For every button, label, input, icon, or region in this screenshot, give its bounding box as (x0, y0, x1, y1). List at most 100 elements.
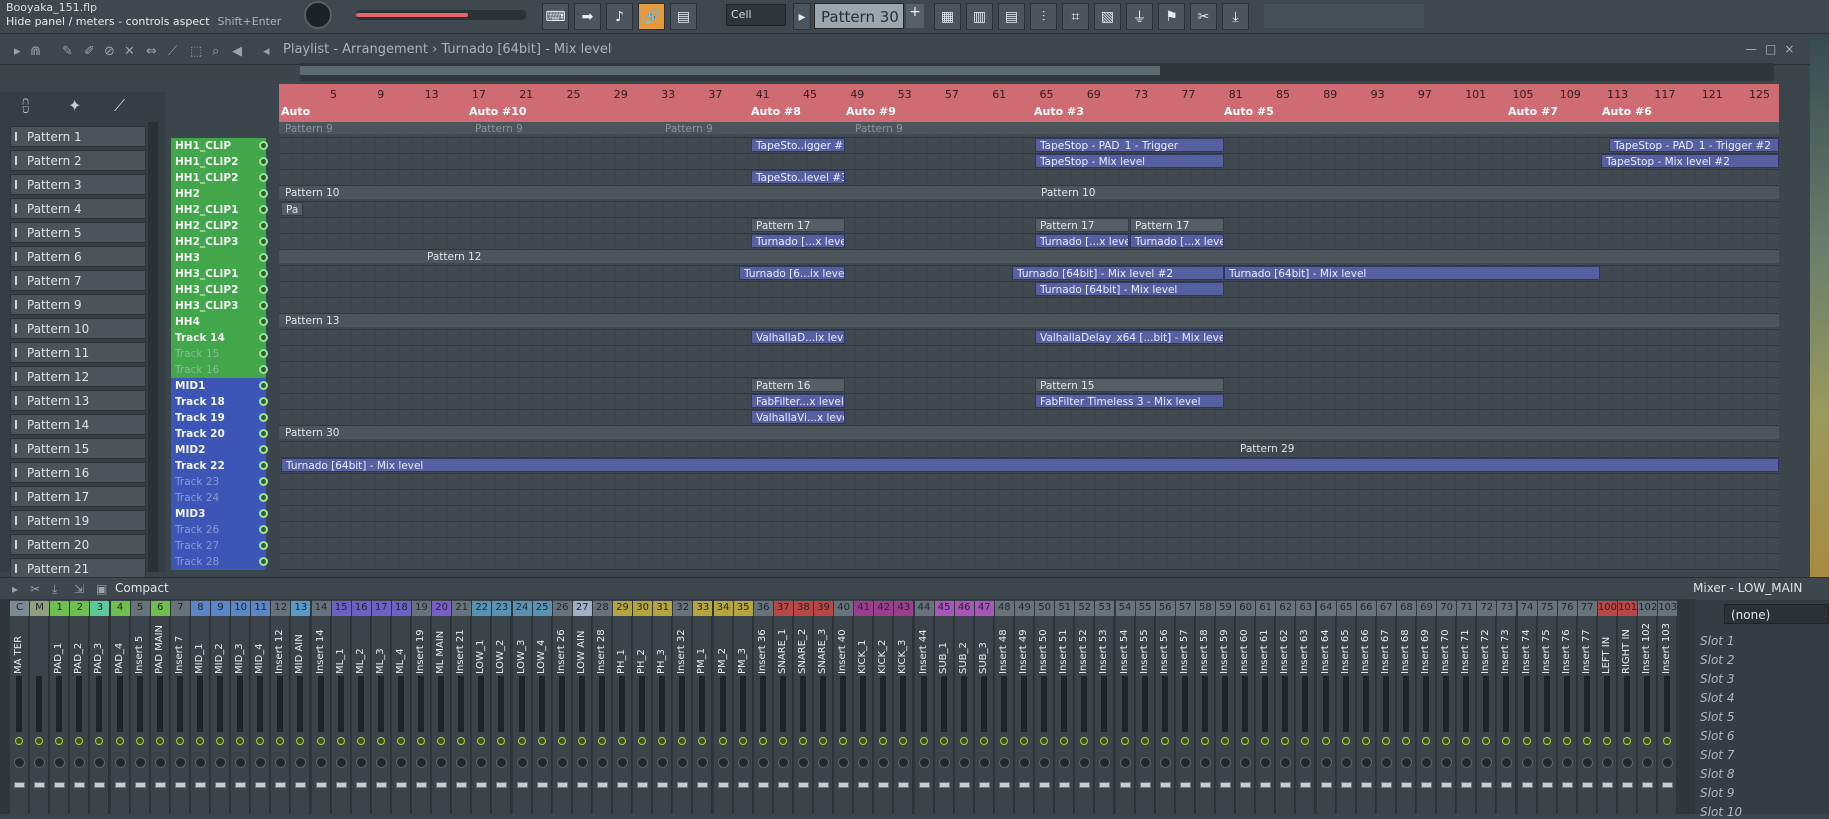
mixer-volume-fader[interactable] (335, 782, 347, 788)
mixer-pan-knob[interactable] (1461, 757, 1473, 768)
pattern-prev-icon[interactable]: ▸ (793, 3, 811, 30)
mixer-channel[interactable]: 40 Insert 40 (834, 600, 854, 814)
mixer-volume-fader[interactable] (456, 782, 468, 788)
track-mute-led[interactable] (259, 173, 268, 182)
mixer-enable-led[interactable] (959, 737, 968, 745)
mixer-channel[interactable]: 58 Insert 58 (1195, 600, 1215, 814)
mixer-volume-fader[interactable] (818, 782, 829, 788)
track-header[interactable]: Track 23 (171, 474, 266, 490)
mixer-enable-led[interactable] (1080, 737, 1089, 745)
mixer-channel[interactable]: 50 Insert 50 (1035, 600, 1055, 814)
mixer-pan-knob[interactable] (1300, 757, 1312, 768)
mixer-volume-fader[interactable] (395, 782, 407, 788)
track-mute-led[interactable] (259, 253, 268, 262)
mixer-volume-fader[interactable] (114, 782, 126, 788)
mixer-tool3-icon[interactable]: ⇲ (74, 582, 84, 596)
mixer-channel[interactable]: 43 KICK_3 (894, 600, 914, 814)
mixer-volume-fader[interactable] (1662, 782, 1674, 788)
mixer-enable-led[interactable] (618, 737, 626, 745)
mixer-pan-knob[interactable] (657, 757, 669, 768)
mixer-pan-knob[interactable] (1521, 757, 1533, 768)
mixer-pan-knob[interactable] (1179, 757, 1191, 768)
mixer-pan-knob[interactable] (114, 757, 126, 768)
mixer-enable-led[interactable] (1462, 737, 1471, 745)
mixer-channel[interactable]: 25 LOW_4 (532, 600, 552, 814)
mixer-pan-knob[interactable] (1119, 757, 1131, 768)
mixer-volume-fader[interactable] (697, 782, 709, 788)
mixer-channel[interactable]: 64 Insert 64 (1316, 600, 1336, 814)
mixer-enable-led[interactable] (577, 737, 586, 745)
track-header[interactable]: HH2 (171, 186, 266, 202)
mixer-volume-fader[interactable] (838, 782, 850, 788)
timeline-marker[interactable]: Auto #9 (846, 105, 896, 118)
mixer-channel[interactable]: 62 Insert 62 (1276, 600, 1296, 814)
mixer-pan-knob[interactable] (1400, 757, 1412, 768)
clip-valhalla[interactable]: ValhallaD...ix level (751, 330, 845, 344)
mixer-enable-led[interactable] (738, 737, 747, 745)
mixer-volume-fader[interactable] (375, 782, 387, 788)
mixer-enable-led[interactable] (417, 737, 425, 745)
mixer-volume-fader[interactable] (1622, 782, 1633, 788)
mixer-volume-fader[interactable] (1079, 782, 1091, 788)
picker-audio-icon[interactable]: ✦ (68, 96, 81, 115)
mixer-pan-knob[interactable] (1260, 757, 1272, 768)
mixer-pan-knob[interactable] (1662, 757, 1674, 768)
mixer-enable-led[interactable] (1301, 737, 1310, 745)
track-header[interactable]: Track 18 (171, 394, 266, 410)
mixer-channel[interactable]: 100 LEFT IN (1597, 600, 1617, 814)
mixer-volume-fader[interactable] (54, 782, 66, 788)
mixer-enable-led[interactable] (216, 737, 224, 745)
mixer-pan-knob[interactable] (1039, 757, 1051, 768)
mixer-channel[interactable]: 57 Insert 57 (1175, 600, 1195, 814)
track-mute-led[interactable] (259, 365, 268, 374)
pattern-item[interactable]: Pattern 12 (10, 366, 146, 387)
mixer-tool4-icon[interactable]: ▣ (96, 582, 107, 596)
mixer-channel[interactable]: C MA TER (10, 600, 29, 814)
zoom-icon[interactable]: ⌕ (212, 44, 219, 59)
mixer-enable-led[interactable] (1422, 737, 1430, 745)
piano-roll-icon[interactable]: ▥ (966, 3, 993, 30)
mixer-volume-fader[interactable] (637, 782, 649, 788)
snap-select[interactable]: Cell (726, 4, 786, 26)
fx-slot[interactable]: Slot 8 (1700, 767, 1734, 781)
track-header[interactable]: Track 28 (171, 554, 266, 570)
track-header[interactable]: Track 20 (171, 426, 266, 442)
mixer-channel[interactable]: 36 Insert 36 (753, 600, 773, 814)
mixer-volume-fader[interactable] (1340, 782, 1352, 788)
mixer-enable-led[interactable] (1160, 737, 1169, 745)
clip-tapestop[interactable]: TapeStop - Mix level (1035, 154, 1224, 168)
mixer-pan-knob[interactable] (1240, 757, 1252, 768)
clip-pattern10[interactable]: Pattern 10 (281, 186, 1035, 200)
mixer-enable-led[interactable] (979, 737, 988, 745)
pattern-item[interactable]: Pattern 21 (10, 558, 146, 579)
pencil-icon[interactable]: ✎ (62, 44, 73, 59)
track-header[interactable]: Track 16 (171, 362, 266, 378)
mixer-enable-led[interactable] (457, 737, 466, 745)
mixer-volume-fader[interactable] (797, 782, 809, 788)
mixer-volume-fader[interactable] (154, 782, 166, 788)
mixer-volume-fader[interactable] (757, 782, 769, 788)
overview-scroll-thumb[interactable] (300, 66, 1160, 75)
mixer-pan-knob[interactable] (677, 757, 689, 768)
track-header[interactable]: HH1_CLIP2 (171, 170, 266, 186)
download-icon[interactable]: ⤓ (1222, 3, 1249, 30)
mixer-volume-fader[interactable] (1481, 782, 1493, 788)
mixer-enable-led[interactable] (276, 737, 285, 745)
timeline-ruler[interactable]: 5 9 13 17 21 25 29 33 37 41 45 49 53 57 61 65 69 73 77 81 85… (279, 84, 1779, 122)
track-mute-led[interactable] (259, 493, 268, 502)
mixer-pan-knob[interactable] (315, 757, 327, 768)
clip-pattern9[interactable]: Pattern 9 (851, 122, 1041, 136)
countdown-icon[interactable]: ▤ (670, 3, 697, 30)
mixer-enable-led[interactable] (537, 737, 546, 745)
playlist-icon[interactable]: ▦ (934, 3, 961, 30)
clip-tapestop[interactable]: TapeStop - PAD_1 - Trigger (1035, 138, 1224, 152)
playlist-menu-icon[interactable]: ▸ (14, 44, 21, 59)
mixer-volume-fader[interactable] (1019, 782, 1030, 788)
mixer-channel[interactable]: 28 Insert 28 (592, 600, 612, 814)
mixer-volume-fader[interactable] (295, 782, 307, 788)
mixer-enable-led[interactable] (1060, 737, 1069, 745)
mixer-volume-fader[interactable] (1441, 782, 1453, 788)
track-header[interactable]: HH3_CLIP2 (171, 282, 266, 298)
pattern-item[interactable]: Pattern 14 (10, 414, 146, 435)
mixer-enable-led[interactable] (175, 737, 184, 745)
